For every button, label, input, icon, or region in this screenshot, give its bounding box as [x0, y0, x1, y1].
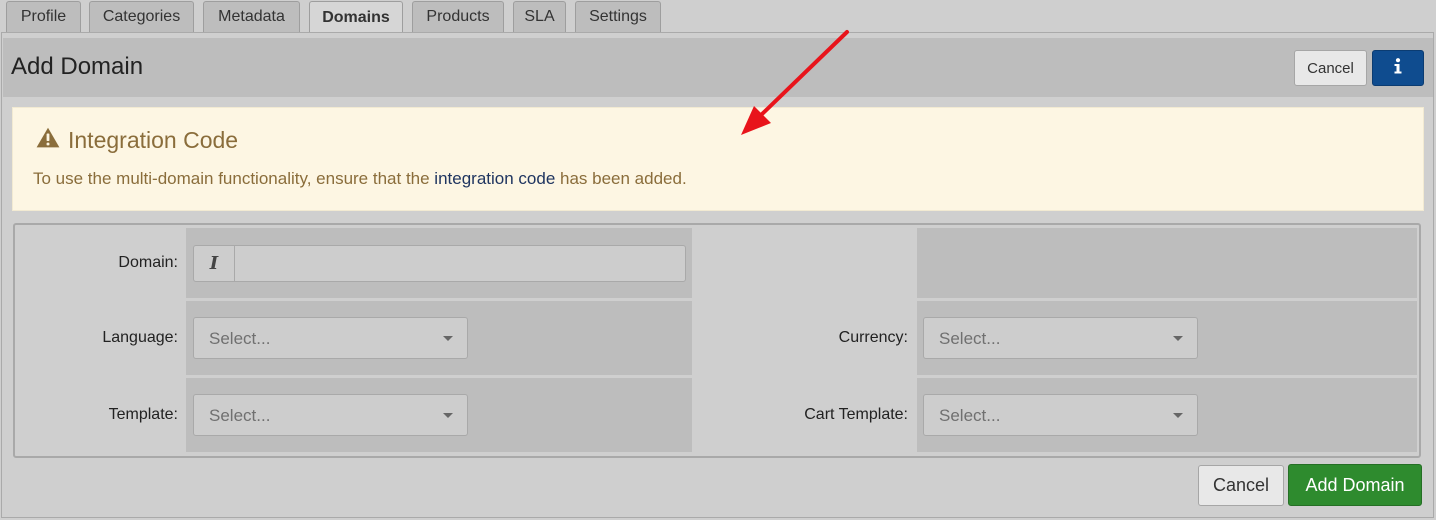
- empty-cell: [917, 228, 1417, 298]
- tab-sla[interactable]: SLA: [513, 1, 566, 32]
- alert-text-after: has been added.: [555, 169, 687, 188]
- panel-header: [3, 38, 1433, 97]
- cart-template-label: Cart Template:: [804, 406, 908, 423]
- domain-label: Domain:: [118, 254, 178, 271]
- domain-input[interactable]: [193, 245, 686, 282]
- alert-title: Integration Code: [68, 127, 239, 153]
- tab-domains[interactable]: Domains: [309, 1, 403, 34]
- text-cursor-icon: I: [194, 246, 235, 281]
- annotation-arrow-icon: [741, 30, 849, 135]
- tab-categories[interactable]: Categories: [89, 1, 194, 32]
- integration-alert: [12, 107, 1424, 211]
- cart-template-select[interactable]: Select...: [923, 394, 1198, 436]
- currency-placeholder: Select...: [939, 329, 1001, 348]
- cancel-button[interactable]: Cancel: [1198, 465, 1284, 506]
- language-placeholder: Select...: [209, 329, 271, 348]
- cancel-button-top[interactable]: Cancel: [1294, 50, 1367, 86]
- page-title: Add Domain: [11, 53, 144, 80]
- integration-code-link[interactable]: integration code: [434, 169, 555, 188]
- warning-icon: [36, 127, 60, 154]
- alert-message: To use the multi-domain functionality, e…: [33, 169, 687, 189]
- info-icon: [1394, 57, 1402, 79]
- currency-label: Currency:: [838, 329, 908, 346]
- info-button[interactable]: [1372, 50, 1424, 86]
- caret-down-icon: [1173, 413, 1183, 418]
- language-label: Language:: [102, 329, 178, 346]
- tab-profile[interactable]: Profile: [6, 1, 81, 32]
- tab-bar: Profile Categories Metadata Domains Prod…: [0, 0, 1436, 34]
- alert-text-before: To use the multi-domain functionality, e…: [33, 169, 435, 188]
- caret-down-icon: [443, 336, 453, 341]
- language-select[interactable]: Select...: [193, 317, 468, 359]
- tab-settings[interactable]: Settings: [575, 1, 661, 32]
- tab-metadata[interactable]: Metadata: [203, 1, 300, 32]
- currency-select[interactable]: Select...: [923, 317, 1198, 359]
- template-select[interactable]: Select...: [193, 394, 468, 436]
- template-label: Template:: [108, 406, 178, 423]
- template-placeholder: Select...: [209, 406, 271, 425]
- caret-down-icon: [1173, 336, 1183, 341]
- add-domain-button[interactable]: Add Domain: [1288, 464, 1422, 506]
- cart-template-placeholder: Select...: [939, 406, 1001, 425]
- tab-products[interactable]: Products: [412, 1, 504, 32]
- alert-title-row: Integration Code: [36, 127, 238, 154]
- caret-down-icon: [443, 413, 453, 418]
